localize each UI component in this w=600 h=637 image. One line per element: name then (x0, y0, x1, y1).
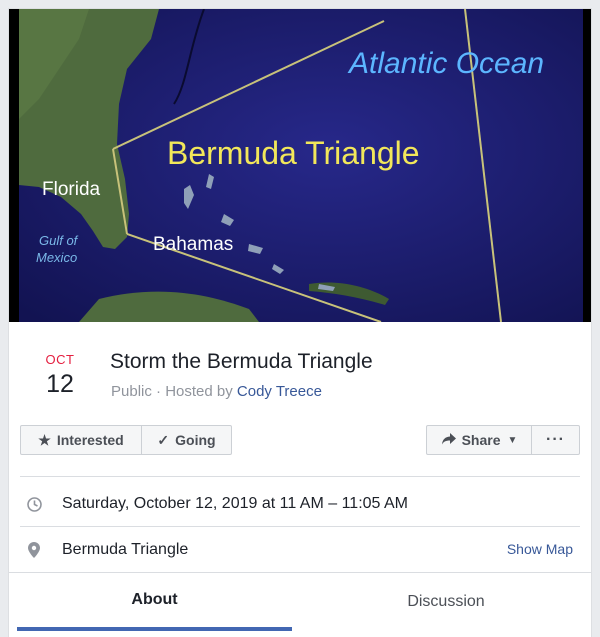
event-tabs: About Discussion (9, 572, 591, 637)
share-button[interactable]: Share ▼ (426, 425, 533, 455)
event-day: 12 (46, 370, 74, 398)
gulf-label-line2: Mexico (36, 250, 77, 265)
share-label: Share (461, 432, 501, 448)
event-time-row: Saturday, October 12, 2019 at 11 AM – 11… (20, 493, 580, 515)
more-icon: ··· (546, 431, 565, 448)
share-arrow-icon (441, 433, 456, 447)
event-location[interactable]: Bermuda Triangle (62, 541, 188, 559)
divider (20, 526, 580, 527)
event-card: Atlantic Ocean Bermuda Triangle Florida … (8, 8, 592, 637)
location-pin-icon (22, 542, 46, 558)
interested-button[interactable]: ★ Interested (20, 425, 142, 455)
event-visibility: Public (111, 383, 152, 400)
divider (20, 476, 580, 477)
florida-label: Florida (42, 179, 101, 200)
tab-about[interactable]: About (17, 573, 292, 631)
cover-photo[interactable]: Atlantic Ocean Bermuda Triangle Florida … (9, 9, 591, 322)
event-title: Storm the Bermuda Triangle (110, 350, 373, 373)
bermuda-map-image: Atlantic Ocean Bermuda Triangle Florida … (9, 9, 591, 322)
tab-discussion[interactable]: Discussion (299, 573, 591, 631)
hosted-by-label: · Hosted by (156, 383, 233, 400)
clock-icon (22, 496, 46, 512)
checkmark-icon: ✓ (157, 432, 170, 448)
chevron-down-icon: ▼ (507, 434, 518, 446)
more-options-button[interactable]: ··· (531, 425, 580, 455)
going-button[interactable]: ✓ Going (141, 425, 232, 455)
interested-label: Interested (56, 432, 124, 448)
star-icon: ★ (38, 432, 51, 448)
host-link[interactable]: Cody Treece (237, 383, 322, 400)
event-location-row: Bermuda Triangle (20, 539, 580, 561)
gulf-label-line1: Gulf of (39, 233, 79, 248)
event-datetime: Saturday, October 12, 2019 at 11 AM – 11… (62, 495, 408, 512)
show-map-link[interactable]: Show Map (507, 541, 573, 557)
atlantic-ocean-label: Atlantic Ocean (347, 47, 544, 80)
event-date: OCT 12 (29, 352, 91, 399)
event-subtitle: Public · Hosted by Cody Treece (111, 383, 322, 400)
bahamas-label: Bahamas (153, 234, 233, 255)
going-label: Going (175, 432, 216, 448)
bermuda-triangle-label: Bermuda Triangle (167, 135, 420, 171)
event-month: OCT (45, 352, 75, 367)
